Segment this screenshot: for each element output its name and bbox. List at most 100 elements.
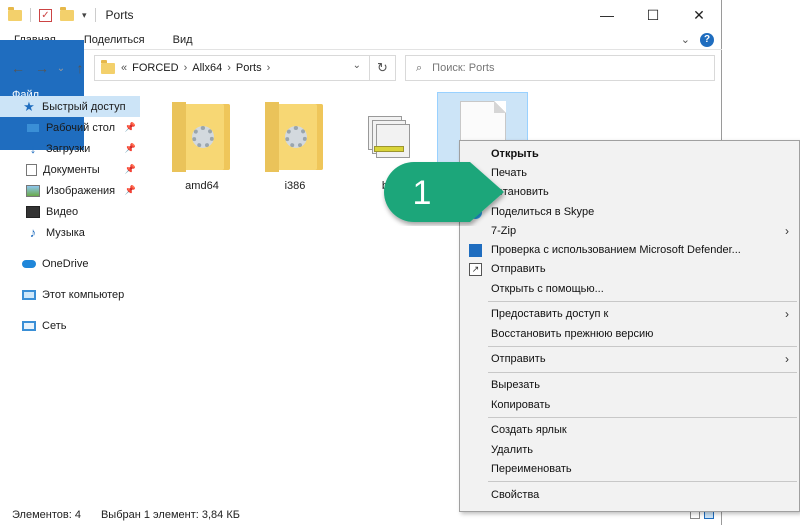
menu-item-label: Отправить <box>491 353 546 365</box>
sidebar-item-onedrive[interactable]: OneDrive <box>0 253 140 274</box>
properties-icon[interactable]: ✓ <box>39 8 52 22</box>
folder-icon <box>172 102 230 172</box>
pin-icon: 📌 <box>124 164 136 174</box>
sidebar-item-label: Этот компьютер <box>42 288 125 301</box>
menu-item-install[interactable]: Установить <box>460 182 799 202</box>
breadcrumb-separator[interactable]: › <box>227 62 231 74</box>
sidebar-item-pictures[interactable]: Изображения 📌 <box>0 180 140 201</box>
pin-icon: 📌 <box>124 122 136 132</box>
breadcrumb-separator[interactable]: › <box>184 62 188 74</box>
breadcrumb-ports[interactable]: Ports <box>236 62 262 74</box>
sidebar-item-this-pc[interactable]: Этот компьютер <box>0 284 140 305</box>
tab-view[interactable]: Вид <box>159 30 207 49</box>
folder-icon <box>265 102 323 172</box>
divider <box>94 8 96 22</box>
menu-item-label: Восстановить прежнюю версию <box>491 328 654 340</box>
menu-item-share-skype[interactable]: S Поделиться в Skype <box>460 202 799 222</box>
quick-access-toolbar: ✓ ▾ <box>0 6 96 22</box>
window-controls: — ☐ ✕ <box>584 0 722 30</box>
menu-item-label: Удалить <box>491 444 533 456</box>
onedrive-icon <box>22 259 36 268</box>
setup-information-icon <box>368 116 410 160</box>
pin-icon: 📌 <box>124 185 136 195</box>
menu-item-open[interactable]: Открыть <box>460 144 799 164</box>
navigation-bar: ← → ⌄ ↑ « FORCED › Allx64 › Ports › ⌄ ↻ … <box>0 52 722 84</box>
menu-item-send-to[interactable]: Отправить › <box>460 349 799 369</box>
menu-item-label: 7-Zip <box>491 225 517 237</box>
close-button[interactable]: ✕ <box>676 0 722 30</box>
callout-arrow-shape <box>384 162 504 222</box>
menu-item-label: Переименовать <box>491 463 572 475</box>
menu-divider <box>488 417 797 418</box>
forward-arrow-icon[interactable]: → <box>30 60 54 76</box>
menu-item-label: Предоставить доступ к <box>491 308 609 320</box>
customize-dropdown-icon[interactable]: ▾ <box>82 10 87 21</box>
ribbon-right: ⌄ ? <box>681 30 722 49</box>
expand-ribbon-icon[interactable]: ⌄ <box>681 33 690 46</box>
sidebar-item-video[interactable]: Видео <box>0 201 140 222</box>
search-icon: ⌕ <box>416 61 423 74</box>
menu-item-copy[interactable]: Копировать <box>460 395 799 415</box>
navigation-pane: ★ Быстрый доступ Рабочий стол 📌 ↓ Загруз… <box>0 96 140 336</box>
overflow-chevron[interactable]: « <box>121 62 127 74</box>
file-name: i386 <box>284 180 306 192</box>
file-item[interactable]: i386 <box>253 94 337 204</box>
search-input[interactable]: ⌕ Поиск: Ports <box>405 55 715 81</box>
sidebar-item-music[interactable]: ♪ Музыка <box>0 222 140 243</box>
folder-icon <box>8 6 22 21</box>
up-arrow-icon[interactable]: ↑ <box>68 60 92 76</box>
sidebar-item-label: Рабочий стол <box>46 121 116 134</box>
sidebar-item-label: Музыка <box>46 226 85 239</box>
maximize-button[interactable]: ☐ <box>630 0 676 30</box>
sidebar-item-label: Сеть <box>42 319 67 332</box>
menu-item-share[interactable]: ↗ Отправить <box>460 259 799 279</box>
new-folder-icon[interactable] <box>60 6 74 21</box>
menu-item-cut[interactable]: Вырезать <box>460 375 799 395</box>
sidebar-item-label: Загрузки <box>46 142 91 155</box>
file-item[interactable]: amd64 <box>160 94 244 204</box>
menu-item-create-shortcut[interactable]: Создать ярлык <box>460 420 799 440</box>
sidebar-item-desktop[interactable]: Рабочий стол 📌 <box>0 117 140 138</box>
submenu-arrow-icon: › <box>785 352 789 366</box>
breadcrumb-forced[interactable]: FORCED <box>132 62 178 74</box>
menu-item-delete[interactable]: Удалить <box>460 440 799 460</box>
recent-dropdown-icon[interactable]: ⌄ <box>54 63 68 74</box>
menu-item-print[interactable]: Печать <box>460 163 799 183</box>
sidebar-item-label: Изображения <box>46 184 116 197</box>
menu-divider <box>488 301 797 302</box>
menu-divider <box>488 346 797 347</box>
sidebar-item-downloads[interactable]: ↓ Загрузки 📌 <box>0 138 140 159</box>
address-dropdown-icon[interactable]: ⌄ <box>353 60 361 71</box>
minimize-button[interactable]: — <box>584 0 630 30</box>
address-bar[interactable]: « FORCED › Allx64 › Ports › ⌄ <box>94 55 370 81</box>
breadcrumb-allx64[interactable]: Allx64 <box>192 62 222 74</box>
sidebar-item-quick-access[interactable]: ★ Быстрый доступ <box>0 96 140 117</box>
help-icon[interactable]: ? <box>700 32 714 47</box>
desktop-icon <box>26 122 40 133</box>
menu-item-label: Открыть с помощью... <box>491 283 604 295</box>
sidebar-item-documents[interactable]: Документы 📌 <box>0 159 140 180</box>
menu-divider <box>488 481 797 482</box>
network-icon <box>22 320 36 331</box>
menu-item-defender-scan[interactable]: Проверка с использованием Microsoft Defe… <box>460 240 799 260</box>
sidebar-item-label: OneDrive <box>42 257 89 270</box>
sidebar-item-network[interactable]: Сеть <box>0 315 140 336</box>
menu-item-label: Свойства <box>491 489 540 501</box>
menu-item-give-access[interactable]: Предоставить доступ к › <box>460 304 799 324</box>
divider <box>30 8 31 22</box>
menu-item-label: Проверка с использованием Microsoft Defe… <box>491 244 741 256</box>
refresh-button[interactable]: ↻ <box>370 55 396 81</box>
back-arrow-icon[interactable]: ← <box>6 60 30 76</box>
menu-item-label: Вырезать <box>491 379 540 391</box>
menu-item-restore-version[interactable]: Восстановить прежнюю версию <box>460 324 799 344</box>
share-icon: ↗ <box>469 263 482 276</box>
menu-item-rename[interactable]: Переименовать <box>460 459 799 479</box>
context-menu: Открыть Печать Установить S Поделиться в… <box>459 140 800 512</box>
menu-item-label: Копировать <box>491 399 551 411</box>
menu-item-properties[interactable]: Свойства <box>460 485 799 505</box>
menu-item-open-with[interactable]: Открыть с помощью... <box>460 279 799 299</box>
video-icon <box>26 205 40 218</box>
menu-item-7zip[interactable]: 7-Zip › <box>460 221 799 241</box>
window-title: Ports <box>105 8 134 22</box>
breadcrumb-separator[interactable]: › <box>267 62 271 74</box>
